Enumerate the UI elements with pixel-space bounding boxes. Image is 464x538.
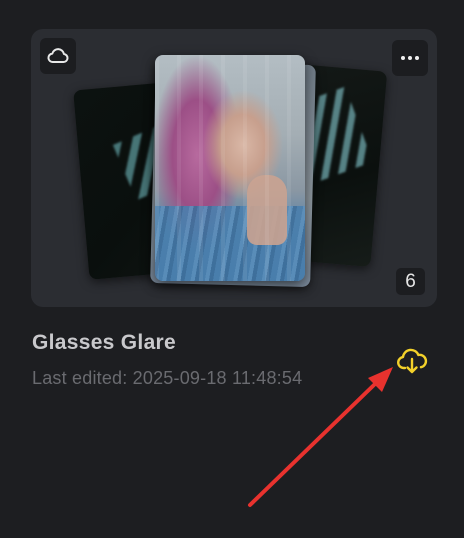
more-horizontal-icon xyxy=(401,56,419,60)
project-page: 6 Glasses Glare Last edited: 2025-09-18 … xyxy=(0,0,464,538)
cloud-sync-button[interactable] xyxy=(40,38,76,74)
more-options-button[interactable] xyxy=(392,40,428,76)
photo-count-badge: 6 xyxy=(396,268,425,295)
project-title: Glasses Glare xyxy=(32,331,176,354)
last-edited-text: Last edited: 2025-09-18 11:48:54 xyxy=(32,368,303,388)
stack-photo-front xyxy=(155,55,305,281)
project-thumbnail-card[interactable]: 6 xyxy=(31,29,437,307)
cloud-download-icon xyxy=(397,348,428,374)
download-button[interactable] xyxy=(395,345,429,377)
cloud-icon xyxy=(47,48,69,64)
